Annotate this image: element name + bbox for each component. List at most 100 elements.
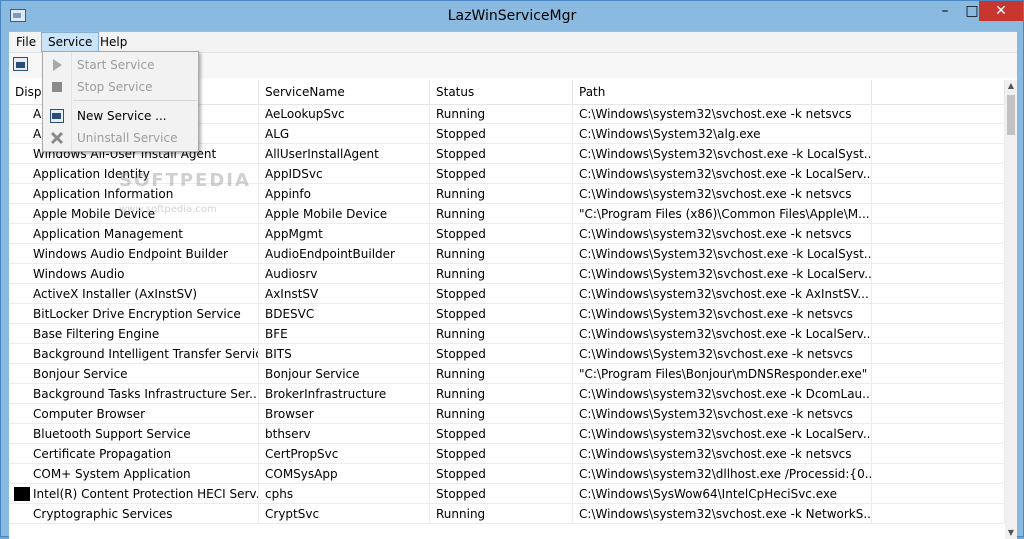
cell-status: Stopped <box>430 144 573 164</box>
cell-servicename: BrokerInfrastructure <box>259 384 430 404</box>
table-row[interactable]: ActiveX Installer (AxInstSV) AxInstSV Stop… <box>9 284 1005 304</box>
cell-status: Running <box>430 404 573 424</box>
cell-display: Certificate Propagation <box>9 444 259 464</box>
scroll-thumb[interactable] <box>1007 95 1015 135</box>
play-icon <box>53 59 62 71</box>
cell-empty <box>872 104 1005 124</box>
cell-status: Stopped <box>430 124 573 144</box>
cell-servicename: CryptSvc <box>259 504 430 524</box>
cell-path: C:\Windows\system32\svchost.exe -k Local… <box>573 164 872 184</box>
table-row[interactable]: Bonjour Service Bonjour Service Running "C:… <box>9 364 1005 384</box>
table-row[interactable]: Base Filtering Engine BFE Running C:\Window… <box>9 324 1005 344</box>
menu-item-label: New Service ... <box>77 109 167 123</box>
cell-display: Cryptographic Services <box>9 504 259 524</box>
cell-servicename: Apple Mobile Device <box>259 204 430 224</box>
menu-item-start-service[interactable]: Start Service <box>43 54 198 76</box>
cell-status: Running <box>430 264 573 284</box>
cell-display: Background Intelligent Transfer Service <box>9 344 259 364</box>
column-header-status[interactable]: Status <box>430 80 573 104</box>
cell-path: C:\Windows\system32\svchost.exe -k netsv… <box>573 444 872 464</box>
column-header-servicename[interactable]: ServiceName <box>259 80 430 104</box>
menu-bar: File Service Help <box>9 32 1017 53</box>
cell-empty <box>872 224 1005 244</box>
new-service-toolbar-icon[interactable] <box>13 57 28 71</box>
cell-servicename: CertPropSvc <box>259 444 430 464</box>
cell-empty <box>872 244 1005 264</box>
cell-servicename: BDESVC <box>259 304 430 324</box>
table-row[interactable]: Cryptographic Services CryptSvc Running C:\… <box>9 504 1005 524</box>
minimize-button[interactable]: – <box>931 1 959 21</box>
cell-path: "C:\Program Files (x86)\Common Files\App… <box>573 204 872 224</box>
table-row[interactable]: COM+ System Application COMSysApp Stopped C… <box>9 464 1005 484</box>
cell-path: C:\Windows\System32\svchost.exe -k netsv… <box>573 344 872 364</box>
scroll-up-icon[interactable]: ▲ <box>1005 80 1017 92</box>
cell-status: Running <box>430 324 573 344</box>
menu-separator <box>73 100 197 101</box>
cell-status: Running <box>430 104 573 124</box>
close-button[interactable]: ✕ <box>979 1 1023 21</box>
cell-display: Computer Browser <box>9 404 259 424</box>
cell-path: C:\Windows\System32\svchost.exe -k netsv… <box>573 404 872 424</box>
cell-empty <box>872 384 1005 404</box>
cell-display: Windows Audio Endpoint Builder <box>9 244 259 264</box>
cell-path: C:\Windows\system32\svchost.exe -k Netwo… <box>573 504 872 524</box>
table-row[interactable]: Bluetooth Support Service bthserv Stopped C… <box>9 424 1005 444</box>
cell-status: Stopped <box>430 464 573 484</box>
new-service-icon <box>50 109 64 123</box>
table-row[interactable]: Certificate Propagation CertPropSvc Stoppe… <box>9 444 1005 464</box>
table-row[interactable]: Windows Audio Audiosrv Running C:\Windows\S… <box>9 264 1005 284</box>
cell-path: C:\Windows\System32\svchost.exe -k Local… <box>573 244 872 264</box>
table-row[interactable]: Background Tasks Infrastructure Ser... Br… <box>9 384 1005 404</box>
cell-status: Running <box>430 204 573 224</box>
cell-status: Running <box>430 364 573 384</box>
cell-servicename: Bonjour Service <box>259 364 430 384</box>
cell-empty <box>872 164 1005 184</box>
scroll-down-icon[interactable]: ▼ <box>1005 527 1017 539</box>
cell-status: Stopped <box>430 424 573 444</box>
table-row[interactable]: Intel(R) Content Protection HECI Serv...… <box>9 484 1005 504</box>
menu-item-uninstall-service[interactable]: Uninstall Service <box>43 127 198 149</box>
table-row[interactable]: BitLocker Drive Encryption Service BDESVC… <box>9 304 1005 324</box>
cell-path: C:\Windows\System32\svchost.exe -k netsv… <box>573 304 872 324</box>
cell-servicename: bthserv <box>259 424 430 444</box>
cell-status: Stopped <box>430 284 573 304</box>
cell-path: C:\Windows\system32\svchost.exe -k Local… <box>573 424 872 444</box>
menu-file[interactable]: File <box>10 33 42 51</box>
cell-path: C:\Windows\system32\dllhost.exe /Process… <box>573 464 872 484</box>
cell-servicename: AllUserInstallAgent <box>259 144 430 164</box>
menu-item-new-service[interactable]: New Service ... <box>43 105 198 127</box>
watermark-url: www.softpedia.com <box>119 204 217 215</box>
table-row[interactable]: Background Intelligent Transfer Service B… <box>9 344 1005 364</box>
cell-empty <box>872 464 1005 484</box>
cell-servicename: cphs <box>259 484 430 504</box>
cell-servicename: AudioEndpointBuilder <box>259 244 430 264</box>
cell-servicename: BFE <box>259 324 430 344</box>
cell-display: Base Filtering Engine <box>9 324 259 344</box>
menu-service[interactable]: Service <box>41 32 100 52</box>
cell-path: C:\Windows\system32\svchost.exe -k Local… <box>573 324 872 344</box>
cell-status: Running <box>430 184 573 204</box>
cell-empty <box>872 444 1005 464</box>
cell-display: Application Management <box>9 224 259 244</box>
cell-status: Running <box>430 244 573 264</box>
column-header-empty <box>872 80 1005 104</box>
vertical-scrollbar[interactable]: ▲ ▼ <box>1005 80 1017 539</box>
cell-servicename: Appinfo <box>259 184 430 204</box>
service-menu-dropdown: Start Service Stop Service New Service .… <box>42 51 199 152</box>
table-row[interactable]: Computer Browser Browser Running C:\Windows… <box>9 404 1005 424</box>
cell-path: C:\Windows\system32\svchost.exe -k AxIns… <box>573 284 872 304</box>
cell-servicename: AppMgmt <box>259 224 430 244</box>
column-header-path[interactable]: Path <box>573 80 872 104</box>
menu-item-stop-service[interactable]: Stop Service <box>43 76 198 98</box>
cell-path: C:\Windows\system32\svchost.exe -k DcomL… <box>573 384 872 404</box>
table-row[interactable]: Application Management AppMgmt Stopped C:\W… <box>9 224 1005 244</box>
cell-empty <box>872 324 1005 344</box>
cell-status: Stopped <box>430 444 573 464</box>
cell-path: C:\Windows\System32\svchost.exe -k Local… <box>573 144 872 164</box>
cell-display: Windows Audio <box>9 264 259 284</box>
cell-display: COM+ System Application <box>9 464 259 484</box>
cell-empty <box>872 124 1005 144</box>
cell-empty <box>872 264 1005 284</box>
table-row[interactable]: Windows Audio Endpoint Builder AudioEndpo… <box>9 244 1005 264</box>
menu-help[interactable]: Help <box>94 33 133 51</box>
